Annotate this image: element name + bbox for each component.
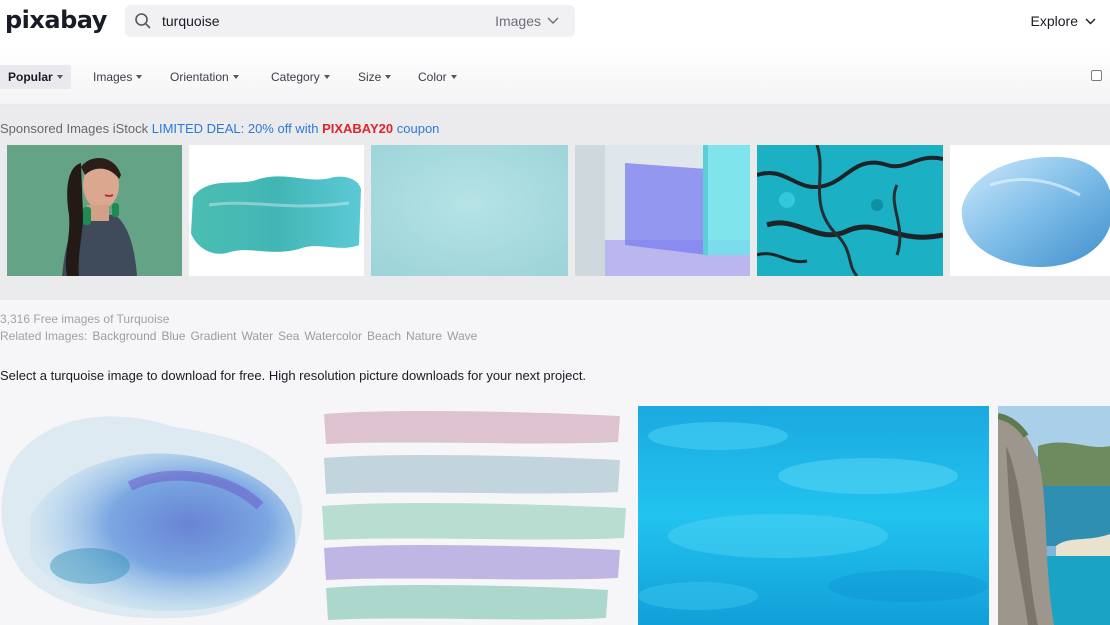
related-images: Related Images: Background Blue Gradient…: [0, 329, 477, 343]
chevron-down-icon: [547, 17, 559, 24]
turquoise-water-image: [638, 406, 989, 625]
sponsored-image-blue-pebble[interactable]: [950, 145, 1110, 276]
caret-down-icon: [56, 75, 63, 79]
filter-category-label: Category: [271, 70, 320, 84]
filter-bar: Popular Images Orientation Category Size…: [0, 47, 1110, 105]
sponsored-label[interactable]: Sponsored Images iStock: [0, 121, 148, 136]
caret-down-icon: [136, 75, 143, 79]
filter-images-label: Images: [93, 70, 133, 84]
filter-color[interactable]: Color: [418, 65, 457, 89]
glass-panels-image: [575, 145, 750, 276]
sponsored-line: Sponsored Images iStock LIMITED DEAL: 20…: [0, 121, 439, 136]
woman-portrait-image: [7, 145, 182, 276]
coupon-code: PIXABAY20: [322, 121, 394, 136]
deal-prefix: LIMITED DEAL: 20% off with: [151, 121, 319, 136]
filter-popular-label: Popular: [8, 70, 53, 84]
search-icon: [135, 13, 151, 29]
result-image-watercolor-blob[interactable]: [0, 406, 305, 625]
caret-down-icon: [232, 75, 239, 79]
caret-down-icon: [450, 75, 457, 79]
chevron-down-icon: [1085, 18, 1096, 24]
filter-orientation[interactable]: Orientation: [170, 65, 239, 89]
related-tag[interactable]: Wave: [447, 329, 477, 343]
result-image-turquoise-water[interactable]: [638, 406, 989, 625]
top-header: pixabay Images Explore: [0, 0, 1110, 47]
filter-color-label: Color: [418, 70, 447, 84]
turquoise-stone-image: [757, 145, 943, 276]
search-input[interactable]: [162, 5, 482, 37]
page-description: Select a turquoise image to download for…: [0, 368, 587, 383]
related-tag[interactable]: Gradient: [190, 329, 236, 343]
sponsored-image-woman[interactable]: [7, 145, 182, 276]
coastal-cliff-image: [998, 406, 1110, 625]
filter-checkbox[interactable]: [1091, 70, 1102, 81]
sponsored-image-watercolor[interactable]: [189, 145, 364, 276]
filter-category[interactable]: Category: [271, 65, 330, 89]
filter-size-label: Size: [358, 70, 382, 84]
related-tag[interactable]: Watercolor: [304, 329, 362, 343]
search-type-label: Images: [495, 13, 541, 29]
filter-images[interactable]: Images: [93, 65, 143, 89]
related-tag[interactable]: Beach: [367, 329, 401, 343]
sponsored-image-turquoise-stone[interactable]: [757, 145, 943, 276]
sponsored-image-paper-texture[interactable]: [371, 145, 568, 276]
explore-label: Explore: [1030, 13, 1078, 29]
sponsored-section: Sponsored Images iStock LIMITED DEAL: 20…: [0, 105, 1110, 300]
sponsored-image-glass-panels[interactable]: [575, 145, 750, 276]
related-tag[interactable]: Nature: [406, 329, 442, 343]
filter-popular[interactable]: Popular: [0, 65, 71, 89]
results-count: 3,316 Free images of Turquoise: [0, 312, 170, 326]
deal-link[interactable]: LIMITED DEAL: 20% off with PIXABAY20 cou…: [152, 121, 440, 136]
explore-menu[interactable]: Explore: [1031, 13, 1096, 29]
pixabay-logo[interactable]: pixabay: [5, 6, 107, 34]
filter-orientation-label: Orientation: [170, 70, 229, 84]
deal-suffix: coupon: [396, 121, 440, 136]
watercolor-stroke-image: [189, 145, 364, 276]
caret-down-icon: [385, 75, 392, 79]
related-tag[interactable]: Water: [242, 329, 274, 343]
filter-size[interactable]: Size: [358, 65, 392, 89]
blue-pebble-image: [950, 145, 1110, 276]
caret-down-icon: [323, 75, 330, 79]
related-tag[interactable]: Background: [92, 329, 156, 343]
paper-texture-image: [371, 145, 568, 276]
related-tag[interactable]: Sea: [278, 329, 299, 343]
brush-strokes-image: [318, 406, 628, 625]
search-type-dropdown[interactable]: Images: [495, 13, 559, 29]
related-tag[interactable]: Blue: [161, 329, 185, 343]
result-image-brush-strokes[interactable]: [318, 406, 628, 625]
watercolor-blob-image: [0, 406, 305, 625]
search-bar[interactable]: Images: [125, 5, 575, 37]
related-label: Related Images:: [0, 329, 88, 343]
result-image-coastal-cliff[interactable]: [998, 406, 1110, 625]
